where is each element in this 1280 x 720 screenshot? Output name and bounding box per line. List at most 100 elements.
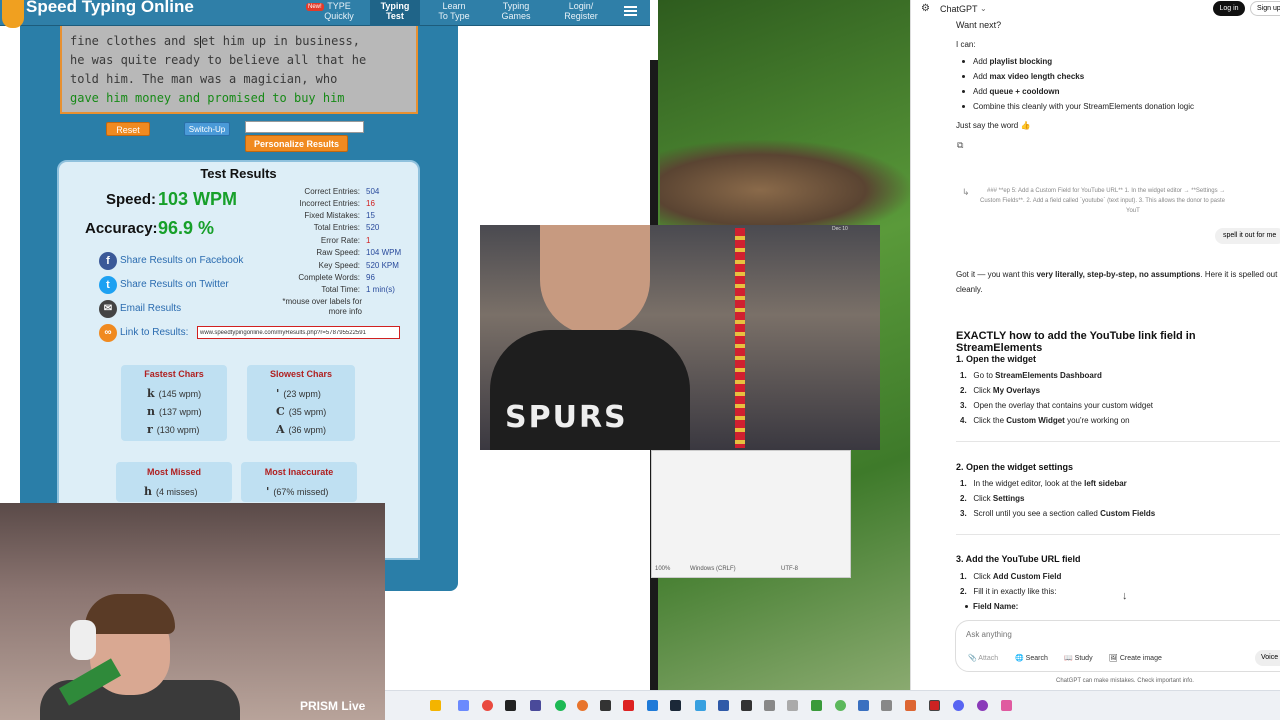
steam-icon[interactable]	[670, 700, 681, 711]
app-icon[interactable]	[458, 700, 469, 711]
app-icon[interactable]	[764, 700, 775, 711]
bullet	[965, 605, 968, 608]
christmas-garland	[735, 228, 745, 448]
app-icon[interactable]	[1001, 700, 1012, 711]
login-button[interactable]: Log in	[1213, 1, 1245, 16]
stat-label[interactable]: Incorrect Entries:	[270, 199, 360, 208]
slowest-char-row: C (35 wpm)	[276, 405, 327, 418]
terminal-icon[interactable]	[741, 700, 752, 711]
app-icon[interactable]	[623, 700, 634, 711]
inaccurate-char-row: ' (67% missed)	[266, 485, 329, 498]
typing-input[interactable]	[245, 121, 364, 133]
twitter-icon[interactable]: t	[99, 276, 117, 294]
reset-button[interactable]: Reset	[106, 122, 150, 136]
voice-button[interactable]: Voice	[1255, 650, 1280, 666]
most-inaccurate-heading: Most Inaccurate	[264, 467, 334, 477]
menu-icon[interactable]	[624, 6, 637, 16]
notion-icon[interactable]	[505, 700, 516, 711]
step-item: 4. Click the Custom Widget you're workin…	[960, 416, 1130, 425]
disclaimer: ChatGPT can make mistakes. Check importa…	[1056, 678, 1194, 684]
missed-char-row: h (4 misses)	[144, 485, 198, 498]
site-title[interactable]: Speed Typing Online	[26, 0, 194, 17]
app-icon[interactable]	[858, 700, 869, 711]
taskbar	[385, 690, 1280, 720]
nav-typing-games[interactable]: Typing Games	[492, 0, 540, 26]
want-next-text: Want next?	[956, 20, 1002, 30]
option-item: Add max video length checks	[973, 72, 1085, 81]
email-results-link[interactable]: Email Results	[120, 303, 181, 314]
switch-up-button[interactable]: Switch-Up	[184, 122, 230, 136]
vscode-icon[interactable]	[647, 700, 658, 711]
app-icon[interactable]	[881, 700, 892, 711]
app-icon[interactable]	[600, 700, 611, 711]
copilot-icon[interactable]	[482, 700, 493, 711]
passage-line-2: he was quite ready to believe all that h…	[70, 53, 367, 67]
stat-value: 16	[366, 199, 375, 208]
quoted-text-line-3: YouT	[1126, 208, 1140, 214]
create-image-button[interactable]: 🖼 Create image	[1109, 654, 1162, 662]
copy-icon[interactable]: ⧉	[957, 140, 963, 151]
nav-learn-to-type[interactable]: Learn To Type	[430, 0, 478, 26]
stat-value: 15	[366, 211, 375, 220]
shirt-text: SPURS	[505, 400, 628, 435]
spotify-icon[interactable]	[555, 700, 566, 711]
search-button[interactable]: 🌐 Search	[1015, 654, 1048, 662]
app-icon[interactable]	[835, 700, 846, 711]
stat-label[interactable]: Raw Speed:	[270, 248, 360, 257]
app-icon[interactable]	[718, 700, 729, 711]
slowest-char-row: A (36 wpm)	[276, 423, 327, 436]
quoted-text-line-1: ### **ep 5: Add a Custom Field for YouTu…	[987, 188, 1226, 194]
webcam-person-hair	[85, 594, 175, 634]
chevron-down-icon[interactable]: ⌄	[980, 4, 987, 13]
link-to-results-label: Link to Results:	[120, 327, 189, 338]
stat-label[interactable]: Key Speed:	[270, 261, 360, 270]
nav-typing-test[interactable]: Typing Test	[370, 0, 420, 26]
stat-label[interactable]: Total Entries:	[270, 223, 360, 232]
untyped-text: et him up in business,	[201, 34, 360, 48]
stat-label[interactable]: Correct Entries:	[270, 187, 360, 196]
reply-heading: EXACTLY how to add the YouTube link fiel…	[956, 330, 1196, 354]
scroll-down-icon[interactable]: ↓	[1122, 590, 1128, 602]
step-item: 1. Click Add Custom Field	[960, 572, 1062, 581]
personalize-results-button[interactable]: Personalize Results	[245, 135, 348, 152]
stat-label[interactable]: Complete Words:	[270, 273, 360, 282]
stat-label[interactable]: Total Time:	[270, 285, 360, 294]
share-twitter-link[interactable]: Share Results on Twitter	[120, 279, 229, 290]
app-icon[interactable]	[787, 700, 798, 711]
explorer-icon[interactable]	[430, 700, 441, 711]
step-item: 2. Fill it in exactly like this:	[960, 587, 1057, 596]
site-logo[interactable]	[2, 0, 24, 28]
stat-value: 504	[366, 187, 380, 196]
app-icon[interactable]	[977, 700, 988, 711]
step-item: 1. Go to StreamElements Dashboard	[960, 371, 1102, 380]
step-item: 2. Click My Overlays	[960, 386, 1041, 395]
nav-login-register[interactable]: Login/ Register	[556, 0, 606, 26]
discord-icon[interactable]	[953, 700, 964, 711]
model-selector[interactable]: ChatGPT	[940, 4, 978, 14]
study-button[interactable]: 📖 Study	[1064, 654, 1093, 662]
reply-intro: Got it — you want this very literally, s…	[956, 270, 1278, 279]
results-link-field[interactable]	[197, 326, 400, 339]
speed-label[interactable]: Speed:	[106, 191, 156, 208]
app-icon[interactable]	[811, 700, 822, 711]
video-timestamp: Dec 10	[832, 226, 848, 232]
stat-label[interactable]: Error Rate:	[270, 236, 360, 245]
chat-input[interactable]	[966, 627, 1266, 641]
obs-icon[interactable]	[929, 700, 940, 711]
accuracy-label[interactable]: Accuracy:	[85, 220, 158, 237]
stat-label[interactable]: Fixed Mistakes:	[270, 211, 360, 220]
attach-button[interactable]: 📎 Attach	[968, 654, 998, 662]
facebook-icon[interactable]: f	[99, 252, 117, 270]
share-facebook-link[interactable]: Share Results on Facebook	[120, 255, 243, 266]
nav-type-quickly[interactable]: TYPE Quickly	[316, 0, 362, 26]
signup-button[interactable]: Sign up	[1250, 1, 1280, 16]
app-icon[interactable]	[530, 700, 541, 711]
step-item: 3. Scroll until you see a section called…	[960, 509, 1156, 518]
fastest-chars-heading: Fastest Chars	[144, 369, 204, 379]
email-icon[interactable]: ✉	[99, 300, 117, 318]
calculator-icon[interactable]	[695, 700, 706, 711]
firefox-icon[interactable]	[577, 700, 588, 711]
passage-line-3: told him. The man was a magician, who	[70, 72, 338, 86]
stat-value: 104 WPM	[366, 248, 402, 257]
app-icon[interactable]	[905, 700, 916, 711]
